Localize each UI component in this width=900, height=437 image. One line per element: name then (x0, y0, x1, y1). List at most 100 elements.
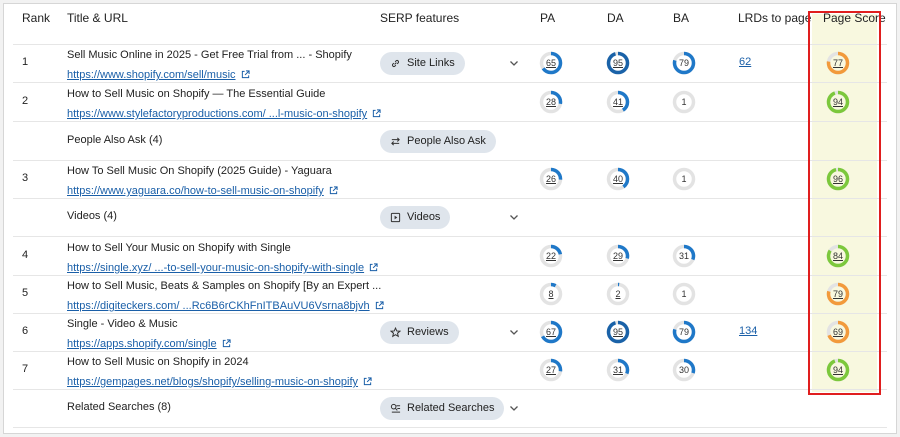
da-gauge[interactable]: 95 (606, 51, 630, 75)
rank-number: 1 (22, 56, 29, 68)
external-link-icon[interactable] (372, 109, 381, 118)
serp-feature-pill[interactable]: Reviews (380, 320, 459, 344)
da-gauge[interactable]: 41 (606, 90, 630, 114)
result-url-link[interactable]: https://www.yaguara.co/how-to-sell-music… (67, 185, 324, 197)
ring-value: 2 (615, 289, 621, 299)
serp-feature-label: Related Searches (407, 402, 495, 414)
result-url-line: https://single.xyz/ ...-to-sell-your-mus… (67, 258, 378, 276)
result-url-line: https://www.shopify.com/sell/music (67, 65, 250, 83)
header-serp-features: SERP features (380, 11, 460, 25)
ring-value: 31 (612, 365, 623, 375)
result-title: How to Sell Your Music on Shopify with S… (67, 242, 291, 254)
result-url-link[interactable]: https://www.stylefactoryproductions.com/… (67, 108, 367, 120)
pa-gauge[interactable]: 28 (539, 90, 563, 114)
da-gauge[interactable]: 2 (606, 282, 630, 306)
ring-value: 29 (612, 251, 623, 261)
header-pa: PA (540, 11, 556, 25)
serp-feature-label: Videos (407, 211, 441, 223)
rank-number: 4 (22, 249, 29, 261)
result-url-link[interactable]: https://digiteckers.com/ ...Rc6B6rCKhFnI… (67, 300, 370, 312)
ring-value: 79 (678, 58, 689, 68)
result-title: How to Sell Music on Shopify — The Essen… (67, 88, 326, 100)
chevron-down-icon[interactable] (509, 329, 519, 336)
result-url-line: https://gempages.net/blogs/shopify/selli… (67, 372, 372, 390)
pa-gauge[interactable]: 22 (539, 244, 563, 268)
pa-gauge[interactable]: 27 (539, 358, 563, 382)
ring-value: 22 (545, 251, 556, 261)
da-gauge[interactable]: 40 (606, 167, 630, 191)
ring-value: 8 (548, 289, 554, 299)
external-link-icon[interactable] (329, 186, 338, 195)
header-ba: BA (673, 11, 690, 25)
da-gauge[interactable]: 29 (606, 244, 630, 268)
rank-number: 6 (22, 325, 29, 337)
lrds-link[interactable]: 134 (739, 325, 757, 337)
serp-feature-pill[interactable]: People Also Ask (380, 129, 496, 153)
row-divider (13, 236, 887, 237)
ba-gauge[interactable]: 1 (672, 90, 696, 114)
ba-gauge[interactable]: 31 (672, 244, 696, 268)
link-icon (391, 59, 400, 67)
rank-number: 3 (22, 172, 29, 184)
external-link-icon[interactable] (375, 301, 384, 310)
result-url-link[interactable]: https://apps.shopify.com/single (67, 338, 217, 350)
group-row-label: Related Searches (8) (67, 401, 171, 413)
result-url-line: https://www.stylefactoryproductions.com/… (67, 104, 381, 122)
serp-feature-pill[interactable]: Related Searches (380, 396, 505, 420)
ring-value: 65 (545, 58, 556, 68)
da-gauge[interactable]: 31 (606, 358, 630, 382)
ba-gauge[interactable]: 1 (672, 282, 696, 306)
row-divider (13, 427, 887, 428)
page-score-highlight-box (808, 11, 881, 395)
ba-gauge[interactable]: 79 (672, 320, 696, 344)
swap-icon (391, 136, 400, 146)
serp-feature-pill[interactable]: Videos (380, 205, 451, 229)
pa-gauge[interactable]: 26 (539, 167, 563, 191)
pa-gauge[interactable]: 65 (539, 51, 563, 75)
serp-feature-label: Site Links (407, 57, 455, 69)
ring-value: 95 (612, 58, 623, 68)
chevron-down-icon[interactable] (509, 214, 519, 221)
ring-value: 26 (545, 174, 556, 184)
header-rank: Rank (22, 11, 51, 25)
chevron-down-icon[interactable] (509, 60, 519, 67)
ring-value: 30 (678, 365, 689, 375)
result-title: How To Sell Music On Shopify (2025 Guide… (67, 165, 332, 177)
da-gauge[interactable]: 95 (606, 320, 630, 344)
pa-gauge[interactable]: 67 (539, 320, 563, 344)
header-divider (13, 44, 887, 45)
rank-number: 2 (22, 95, 29, 107)
external-link-icon[interactable] (363, 377, 372, 386)
serp-feature-label: Reviews (407, 326, 449, 338)
result-url-link[interactable]: https://gempages.net/blogs/shopify/selli… (67, 376, 358, 388)
rank-number: 5 (22, 287, 29, 299)
result-title: Sell Music Online in 2025 - Get Free Tri… (67, 49, 352, 61)
result-url-line: https://www.yaguara.co/how-to-sell-music… (67, 181, 338, 199)
ring-value: 95 (612, 327, 623, 337)
search-list-icon (390, 403, 401, 413)
ring-value: 1 (681, 174, 687, 184)
serp-feature-label: People Also Ask (407, 135, 486, 147)
ring-value: 79 (678, 327, 689, 337)
result-url-link[interactable]: https://single.xyz/ ...-to-sell-your-mus… (67, 262, 364, 274)
group-row-label: People Also Ask (4) (67, 134, 163, 146)
serp-feature-pill[interactable]: Site Links (380, 51, 465, 75)
result-title: Single - Video & Music (67, 318, 178, 330)
ring-value: 31 (678, 251, 689, 261)
ring-value: 41 (612, 97, 623, 107)
ba-gauge[interactable]: 79 (672, 51, 696, 75)
ba-gauge[interactable]: 30 (672, 358, 696, 382)
external-link-icon[interactable] (222, 339, 231, 348)
star-icon (390, 326, 401, 337)
row-divider (13, 160, 887, 161)
result-url-link[interactable]: https://www.shopify.com/sell/music (67, 69, 236, 81)
chevron-down-icon[interactable] (509, 405, 519, 412)
ring-value: 28 (545, 97, 556, 107)
external-link-icon[interactable] (241, 70, 250, 79)
ring-value: 1 (681, 289, 687, 299)
external-link-icon[interactable] (369, 263, 378, 272)
result-title: How to Sell Music, Beats & Samples on Sh… (67, 280, 382, 292)
lrds-link[interactable]: 62 (739, 56, 751, 68)
pa-gauge[interactable]: 8 (539, 282, 563, 306)
ba-gauge[interactable]: 1 (672, 167, 696, 191)
